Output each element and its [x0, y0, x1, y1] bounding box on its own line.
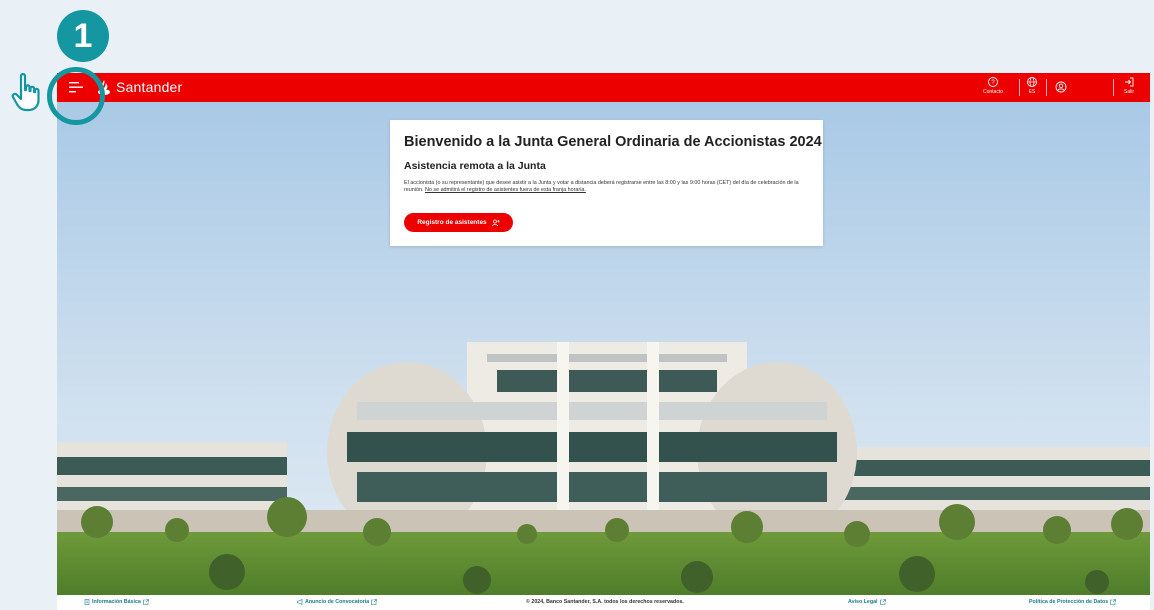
logout-label: Salir: [1123, 89, 1134, 95]
document-icon: [84, 599, 90, 605]
contact-label: Contacto: [983, 89, 1004, 95]
basic-info-label: Información Básica: [92, 599, 141, 605]
footer-link-basic-info[interactable]: Información Básica: [84, 599, 149, 605]
copyright-label: © 2024, Banco Santander, S.A. todos los …: [526, 599, 684, 605]
header-divider: [1046, 79, 1047, 96]
register-attendees-button[interactable]: Registro de asistentes: [404, 213, 513, 232]
globe-icon: [1027, 77, 1037, 87]
register-button-label: Registro de asistentes: [417, 219, 487, 226]
santander-logo[interactable]: Santander: [97, 79, 182, 95]
description-warning: No se admitirá el registro de asistentes…: [424, 187, 586, 194]
external-link-icon: [371, 599, 377, 605]
top-header: Santander ? Contacto ES Salir: [57, 73, 1150, 102]
santander-app-window: Santander ? Contacto ES Salir Bienvenido…: [57, 73, 1150, 610]
pointer-hand-icon: [11, 73, 40, 112]
footer-link-legal[interactable]: Aviso Legal: [848, 599, 886, 605]
copyright-text: © 2024, Banco Santander, S.A. todos los …: [526, 599, 684, 605]
logout-button[interactable]: Salir: [1123, 76, 1135, 95]
card-description: El accionista (o su representante) que d…: [404, 180, 809, 195]
user-add-icon: [491, 219, 500, 226]
legal-label: Aviso Legal: [848, 599, 878, 605]
card-subtitle: Asistencia remota a la Junta: [404, 160, 546, 172]
header-divider: [1113, 79, 1114, 96]
logout-icon: [1125, 77, 1134, 87]
external-link-icon: [143, 599, 149, 605]
welcome-card: Bienvenido a la Junta General Ordinaria …: [390, 120, 823, 246]
user-profile-button[interactable]: [1055, 81, 1067, 93]
external-link-icon: [1110, 599, 1116, 605]
footer-link-announcement[interactable]: Anuncio de Convocatoria: [297, 599, 377, 605]
language-selector[interactable]: ES: [1026, 76, 1038, 95]
announcement-label: Anuncio de Convocatoria: [305, 599, 370, 605]
svg-text:?: ?: [991, 80, 995, 86]
footer-link-privacy[interactable]: Política de Protección de Datos: [1029, 599, 1116, 605]
header-divider: [1019, 79, 1020, 96]
external-link-icon: [879, 599, 886, 605]
megaphone-icon: [297, 599, 303, 605]
step-number-badge: 1: [57, 10, 109, 62]
page-title: Bienvenido a la Junta General Ordinaria …: [404, 134, 822, 150]
contact-button[interactable]: ? Contacto: [983, 76, 1003, 95]
footer: Información Básica Anuncio de Convocator…: [57, 595, 1150, 610]
highlight-ring: [47, 67, 105, 125]
brand-name: Santander: [116, 79, 183, 95]
privacy-label: Política de Protección de Datos: [1029, 599, 1109, 605]
user-icon: [1055, 81, 1067, 93]
language-label: ES: [1028, 89, 1036, 95]
contact-icon: ?: [988, 77, 998, 87]
